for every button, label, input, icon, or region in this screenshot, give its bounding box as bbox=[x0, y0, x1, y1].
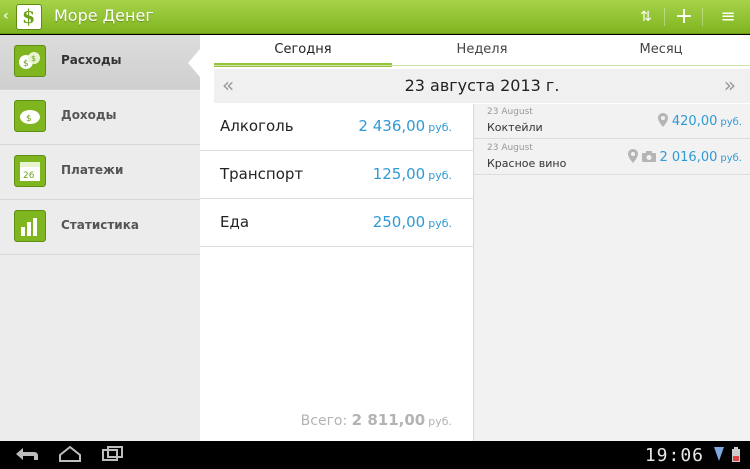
transaction-amount: 420,00 руб. bbox=[671, 114, 742, 129]
system-clock: 19:06 bbox=[644, 445, 704, 466]
signal-icon bbox=[714, 447, 724, 464]
category-amount: 250,00 руб. bbox=[372, 213, 452, 231]
actionbar-divider bbox=[702, 8, 703, 26]
menu-icon[interactable]: ≡ bbox=[710, 0, 746, 34]
category-amount: 125,00 руб. bbox=[372, 165, 452, 183]
tab-week[interactable]: Неделя bbox=[393, 35, 571, 67]
transaction-amount: 2 016,00 руб. bbox=[659, 150, 742, 165]
expenses-icon: $ $ bbox=[14, 45, 46, 77]
tab-month[interactable]: Месяц bbox=[572, 35, 750, 67]
transaction-list: 23 August Коктейли 420,00 руб. 23 August … bbox=[473, 104, 750, 441]
transaction-name: Коктейли bbox=[487, 121, 543, 134]
next-date-icon[interactable]: » bbox=[724, 73, 736, 97]
transaction-date: 23 August bbox=[487, 143, 533, 153]
app-title: Море Денег bbox=[54, 6, 154, 25]
app-logo-icon[interactable]: $ bbox=[16, 4, 42, 30]
sidebar-item-label: Платежи bbox=[61, 163, 124, 177]
category-row[interactable]: Еда 250,00 руб. bbox=[200, 200, 473, 247]
transaction-row[interactable]: 23 August Красное вино 2 016,00 руб. bbox=[474, 140, 750, 175]
sidebar: $ $ Расходы $ Доходы 26 Платежи Статисти… bbox=[0, 35, 200, 441]
transaction-row[interactable]: 23 August Коктейли 420,00 руб. bbox=[474, 104, 750, 139]
transaction-name: Красное вино bbox=[487, 157, 567, 170]
svg-text:$: $ bbox=[31, 54, 36, 63]
svg-text:26: 26 bbox=[23, 171, 35, 181]
category-name: Алкоголь bbox=[220, 117, 294, 135]
svg-text:$: $ bbox=[23, 59, 29, 69]
system-bar: 19:06 bbox=[0, 441, 750, 469]
category-amount: 2 436,00 руб. bbox=[358, 117, 452, 135]
date-bar: « 23 августа 2013 г. » bbox=[214, 69, 750, 103]
location-icon bbox=[658, 113, 668, 130]
category-row[interactable]: Алкоголь 2 436,00 руб. bbox=[200, 104, 473, 151]
statistics-icon bbox=[14, 210, 46, 242]
category-list: Алкоголь 2 436,00 руб. Транспорт 125,00 ру… bbox=[200, 104, 473, 441]
location-icon bbox=[628, 149, 638, 166]
active-indicator bbox=[188, 49, 200, 77]
transaction-date: 23 August bbox=[487, 107, 533, 117]
category-row[interactable]: Транспорт 125,00 руб. bbox=[200, 152, 473, 199]
current-date: 23 августа 2013 г. bbox=[404, 76, 560, 95]
svg-text:$: $ bbox=[26, 114, 32, 124]
sidebar-item-label: Статистика bbox=[61, 218, 139, 232]
sort-icon[interactable]: ⇅ bbox=[628, 0, 664, 34]
back-chevron-icon[interactable]: ‹ bbox=[3, 8, 9, 24]
main-panel: Сегодня Неделя Месяц « 23 августа 2013 г… bbox=[200, 35, 750, 441]
sidebar-item-income[interactable]: $ Доходы bbox=[0, 90, 200, 145]
period-tabs: Сегодня Неделя Месяц bbox=[214, 35, 750, 67]
tabs-divider bbox=[214, 65, 750, 66]
add-icon[interactable]: + bbox=[666, 0, 702, 34]
content-area: $ $ Расходы $ Доходы 26 Платежи Статисти… bbox=[0, 35, 750, 441]
sidebar-item-label: Доходы bbox=[61, 108, 117, 122]
category-name: Транспорт bbox=[220, 165, 304, 183]
nav-back-icon[interactable] bbox=[14, 445, 40, 467]
nav-recents-icon[interactable] bbox=[100, 445, 126, 467]
action-bar: ‹ $ Море Денег ⇅ + ≡ bbox=[0, 0, 750, 34]
camera-icon bbox=[642, 151, 656, 165]
income-icon: $ bbox=[14, 100, 46, 132]
total-sum: Всего: 2 811,00 руб. bbox=[300, 411, 452, 429]
sidebar-item-expenses[interactable]: $ $ Расходы bbox=[0, 35, 200, 90]
category-name: Еда bbox=[220, 213, 250, 231]
actionbar-divider bbox=[664, 8, 665, 26]
nav-home-icon[interactable] bbox=[57, 445, 83, 467]
sidebar-item-statistics[interactable]: Статистика bbox=[0, 200, 200, 255]
tab-today[interactable]: Сегодня bbox=[214, 35, 392, 67]
calendar-icon: 26 bbox=[14, 155, 46, 187]
sidebar-item-payments[interactable]: 26 Платежи bbox=[0, 145, 200, 200]
battery-icon bbox=[732, 447, 740, 465]
sidebar-item-label: Расходы bbox=[61, 53, 122, 67]
